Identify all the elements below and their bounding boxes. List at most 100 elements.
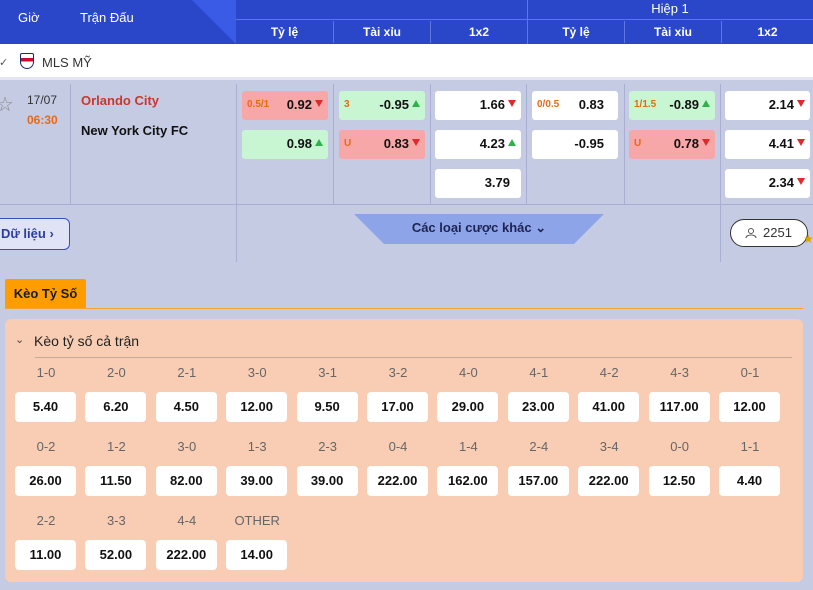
score-label: 1-0 xyxy=(36,365,56,380)
sub-header-overunder: Tài xỉu xyxy=(333,21,430,43)
time-column-header: Giờ xyxy=(18,10,40,25)
score-odds-button[interactable]: 11.00 xyxy=(15,540,76,570)
odds-cell-under[interactable]: U 0.83 xyxy=(339,130,425,159)
away-team[interactable]: New York City FC xyxy=(81,123,188,138)
score-odds-button[interactable]: 14.00 xyxy=(226,540,288,570)
score-odds-button[interactable]: 17.00 xyxy=(367,392,428,422)
score-odds-button[interactable]: 26.00 xyxy=(15,466,76,496)
score-odds-button[interactable]: 5.40 xyxy=(15,392,76,422)
score-label: OTHER xyxy=(234,513,280,528)
score-odds-button[interactable]: 11.50 xyxy=(85,466,147,496)
divider xyxy=(526,84,527,204)
arrow-up-icon xyxy=(412,100,420,107)
odds-cell-h1-handicap-home[interactable]: 0/0.5 0.83 xyxy=(532,91,618,120)
score-odds-button[interactable]: 157.00 xyxy=(507,466,569,496)
sub-header-handicap-h1: Tỷ lệ xyxy=(527,21,624,43)
data-button[interactable]: Dữ liệu › xyxy=(0,218,70,250)
match-column-header: Trận Đấu xyxy=(80,10,134,25)
header-decoration xyxy=(192,0,236,44)
divider xyxy=(624,84,625,204)
panel-title[interactable]: Kèo tỷ số cả trận xyxy=(34,333,139,349)
score-label: 4-4 xyxy=(177,513,197,528)
score-odds-button[interactable]: 12.00 xyxy=(226,392,288,422)
score-label: 4-0 xyxy=(458,365,478,380)
score-label: 1-4 xyxy=(458,439,478,454)
score-label: 3-1 xyxy=(318,365,337,380)
match-date: 17/07 xyxy=(27,93,58,107)
odds-cell-h1-under[interactable]: U 0.78 xyxy=(629,130,715,159)
divider xyxy=(430,84,431,204)
odds-value: 4.23 xyxy=(479,136,505,151)
score-odds-button[interactable]: 222.00 xyxy=(578,466,640,496)
odds-value: 2.14 xyxy=(768,97,794,112)
arrow-down-icon xyxy=(797,100,805,107)
odds-cell-1x2-away[interactable]: 4.23 xyxy=(435,130,521,159)
score-label: 2-0 xyxy=(106,365,126,380)
score-odds-button[interactable]: 39.00 xyxy=(226,466,288,496)
match-row: ☆ 17/07 06:30 Orlando City New York City… xyxy=(0,84,813,262)
divider xyxy=(236,84,237,262)
chevron-down-icon[interactable]: ⌄ xyxy=(15,333,24,346)
score-label: 3-0 xyxy=(177,439,197,454)
divider xyxy=(0,204,813,205)
odds-cell-h1-over[interactable]: 1/1.5 -0.89 xyxy=(629,91,715,120)
score-label: 0-1 xyxy=(740,365,760,380)
total-line: 3 xyxy=(344,99,350,110)
score-odds-button[interactable]: 117.00 xyxy=(648,392,710,422)
odds-cell-h1-1x2-home[interactable]: 2.14 xyxy=(725,91,810,120)
score-odds-button[interactable]: 4.40 xyxy=(719,466,780,496)
score-odds-button[interactable]: 9.50 xyxy=(296,392,358,422)
score-odds-button[interactable]: 39.00 xyxy=(296,466,358,496)
tab-correct-score[interactable]: Kèo Tỷ Số xyxy=(5,279,86,309)
score-label: 3-3 xyxy=(106,513,126,528)
score-odds-button[interactable]: 4.50 xyxy=(155,392,217,422)
sub-header-handicap: Tỷ lệ xyxy=(270,25,299,39)
odds-value: 1.66 xyxy=(479,97,505,112)
arrow-up-icon xyxy=(702,100,710,107)
score-label: 2-1 xyxy=(177,365,197,380)
score-label: 1-2 xyxy=(106,439,126,454)
arrow-down-icon xyxy=(797,178,805,185)
mls-logo-icon xyxy=(20,53,34,69)
score-odds-button[interactable]: 29.00 xyxy=(437,392,499,422)
league-bar[interactable]: ✓ MLS MỸ xyxy=(0,44,813,80)
favorite-star-icon[interactable]: ☆ xyxy=(0,92,14,117)
divider xyxy=(333,84,334,204)
odds-cell-handicap-away[interactable]: 0.98 xyxy=(242,130,328,159)
odds-cell-h1-1x2-away[interactable]: 4.41 xyxy=(725,130,810,159)
score-odds-button[interactable]: 12.00 xyxy=(719,392,780,422)
score-odds-button[interactable]: 222.00 xyxy=(155,540,217,570)
score-odds-button[interactable]: 23.00 xyxy=(507,392,569,422)
odds-cell-over[interactable]: 3 -0.95 xyxy=(339,91,425,120)
score-label: 2-3 xyxy=(318,439,337,454)
score-label: 1-3 xyxy=(247,439,267,454)
score-odds-button[interactable]: 6.20 xyxy=(85,392,147,422)
odds-value: 0.83 xyxy=(578,97,604,112)
home-team[interactable]: Orlando City xyxy=(81,93,159,108)
odds-cell-h1-1x2-draw[interactable]: 2.34 xyxy=(725,169,810,198)
viewer-count: 2251 xyxy=(763,225,792,240)
score-odds-button[interactable]: 222.00 xyxy=(367,466,428,496)
score-odds-button[interactable]: 82.00 xyxy=(155,466,217,496)
more-bets-button[interactable]: Các loại cược khác ⌄ xyxy=(354,214,604,244)
match-time: 06:30 xyxy=(27,113,58,127)
score-label: 4-3 xyxy=(670,365,689,380)
score-odds-button[interactable]: 41.00 xyxy=(578,392,640,422)
score-label: 3-0 xyxy=(247,365,267,380)
score-label: 4-1 xyxy=(529,365,549,380)
odds-cell-handicap-home[interactable]: 0.5/1 0.92 xyxy=(242,91,328,120)
arrow-down-icon xyxy=(412,139,420,146)
viewers-badge[interactable]: 2251 xyxy=(730,219,808,247)
score-odds-button[interactable]: 52.00 xyxy=(85,540,147,570)
score-odds-button[interactable]: 162.00 xyxy=(437,466,499,496)
under-label: U xyxy=(344,138,352,149)
odds-value: 2.34 xyxy=(768,175,794,190)
half1-header: Hiệp 1 xyxy=(527,0,813,20)
data-button-label: Dữ liệu xyxy=(1,226,46,241)
score-odds-button[interactable]: 12.50 xyxy=(648,466,710,496)
odds-cell-1x2-draw[interactable]: 3.79 xyxy=(435,169,521,198)
chevron-down-icon[interactable]: ✓ xyxy=(0,56,8,69)
odds-cell-1x2-home[interactable]: 1.66 xyxy=(435,91,521,120)
odds-cell-h1-handicap-away[interactable]: -0.95 xyxy=(532,130,618,159)
score-label: 3-4 xyxy=(599,439,619,454)
